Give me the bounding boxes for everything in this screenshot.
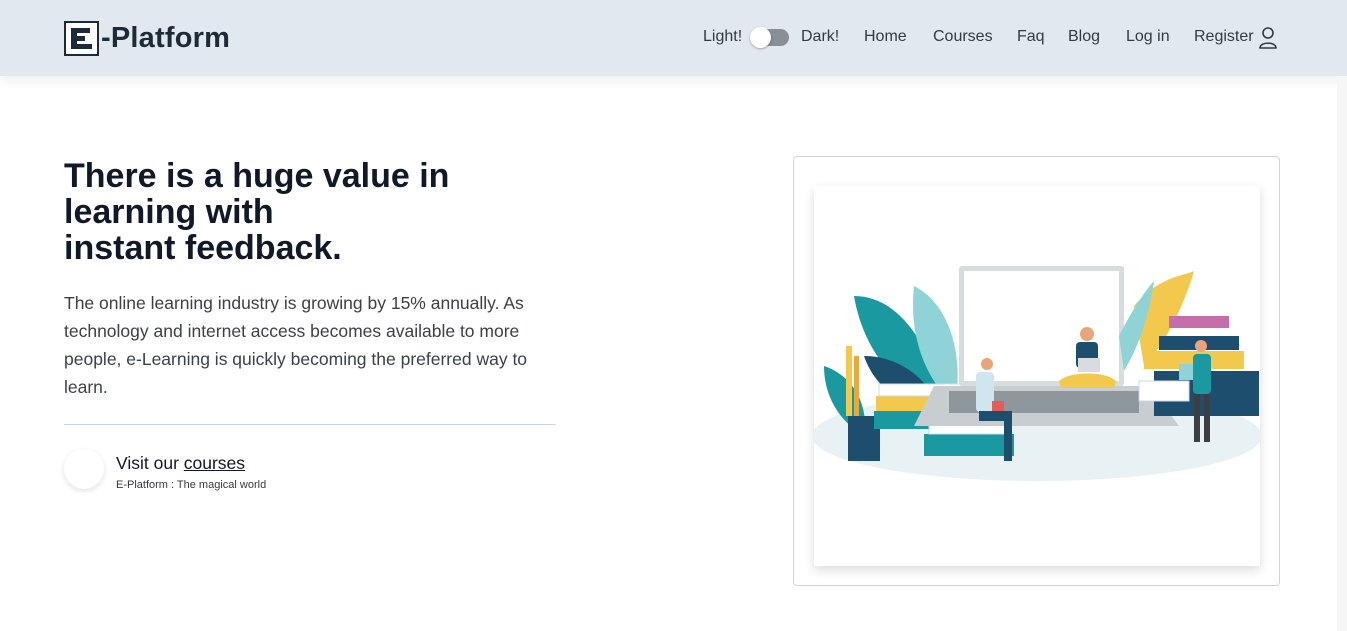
hero-illustration [812, 186, 1262, 566]
brand-link[interactable]: -Platform [64, 20, 230, 56]
hero-title-line: instant feedback. [64, 229, 342, 267]
brand-name: -Platform [101, 21, 231, 54]
hero-paragraph: The online learning industry is growing … [64, 293, 528, 397]
navbar: -Platform Light! Dark! Home Courses Faq … [0, 0, 1347, 76]
dark-mode-label: Dark! [801, 28, 840, 45]
page-scrollbar[interactable] [1337, 76, 1347, 631]
nav-link-register[interactable]: Register [1194, 28, 1254, 46]
divider [64, 424, 556, 425]
visit-avatar-circle [64, 449, 104, 489]
elearning-illustration-icon [812, 266, 1262, 481]
nav-link-home[interactable]: Home [864, 28, 907, 46]
brand-logo-icon [64, 20, 99, 56]
nav-link-login[interactable]: Log in [1126, 28, 1170, 46]
nav-link-courses[interactable]: Courses [933, 28, 993, 46]
courses-link[interactable]: courses [184, 453, 245, 473]
nav-link-faq[interactable]: Faq [1017, 28, 1045, 46]
visit-courses-line: Visit our courses [116, 453, 245, 474]
theme-toggle[interactable] [750, 27, 789, 48]
hero-title-line: learning with [64, 193, 274, 231]
user-icon[interactable] [1258, 26, 1278, 50]
nav-link-blog[interactable]: Blog [1068, 28, 1100, 46]
tagline: E-Platform : The magical world [116, 479, 267, 491]
hero-title: There is a huge value in learning with i… [64, 158, 524, 266]
light-mode-label: Light! [703, 28, 743, 45]
visit-prefix: Visit our [116, 453, 184, 473]
toggle-knob [750, 27, 771, 48]
hero-title-line: There is a huge value in [64, 157, 450, 195]
